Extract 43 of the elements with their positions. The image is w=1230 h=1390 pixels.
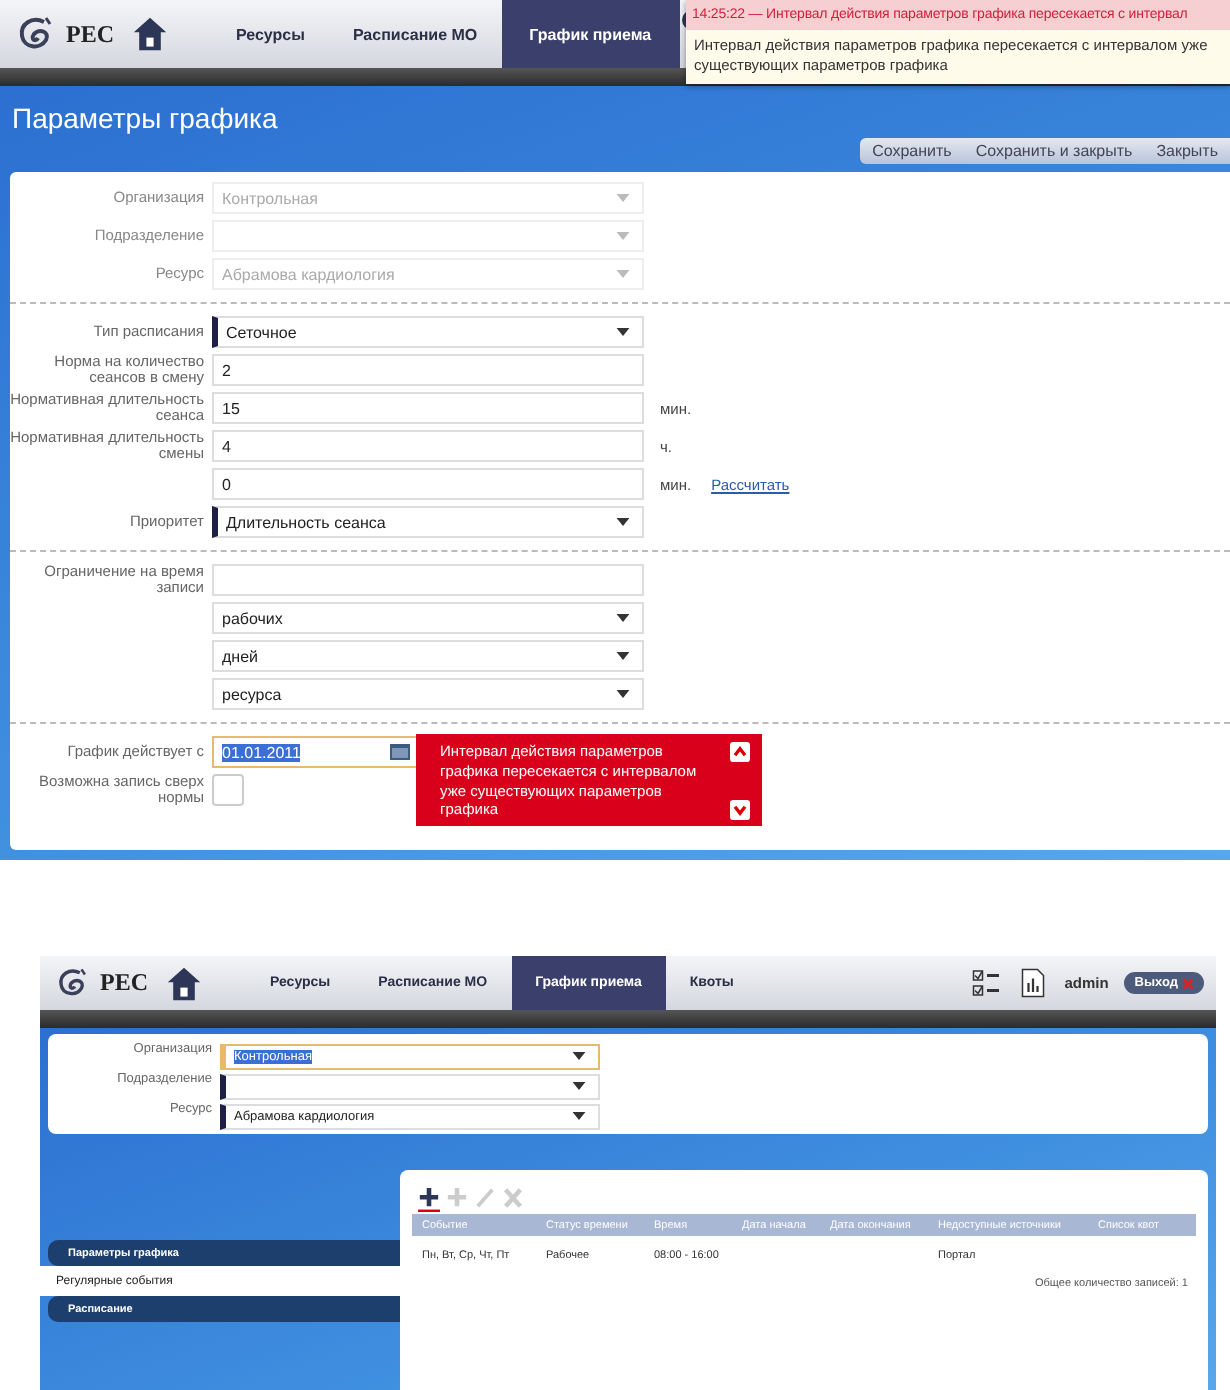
- close-icon: [1182, 977, 1194, 989]
- caret-icon: [616, 328, 630, 336]
- dropdown[interactable]: рабочих: [212, 602, 644, 634]
- caret-icon: [616, 690, 630, 698]
- caret-icon: [616, 518, 630, 526]
- caret-icon: [616, 232, 630, 240]
- caret-icon: [616, 194, 630, 202]
- input-field[interactable]: 0: [212, 468, 644, 500]
- dropdown[interactable]: Длительность сеанса: [212, 506, 644, 538]
- caret-icon: [572, 1112, 586, 1120]
- input-field[interactable]: [212, 564, 644, 596]
- report-icon[interactable]: [1018, 968, 1049, 998]
- input-field[interactable]: 15: [212, 392, 644, 424]
- calendar-icon[interactable]: [390, 744, 410, 760]
- input-field[interactable]: 4: [212, 430, 644, 462]
- caret-icon: [572, 1052, 586, 1060]
- logo-icon: [56, 966, 90, 1000]
- toolbar-button[interactable]: Сохранить и закрыть: [963, 138, 1145, 164]
- input-field[interactable]: 2: [212, 354, 644, 386]
- caret-icon: [572, 1082, 586, 1090]
- down-arrow-icon[interactable]: [730, 800, 750, 820]
- page-title: Параметры графика: [10, 100, 280, 134]
- logo-text: РЕС: [66, 19, 114, 49]
- logo-icon: [16, 14, 56, 54]
- add-icon[interactable]: [418, 1186, 440, 1212]
- dropdown[interactable]: Сеточное: [212, 316, 644, 348]
- toolbar-button[interactable]: Сохранить: [860, 138, 964, 164]
- checklist-icon[interactable]: [972, 968, 1003, 998]
- home-icon[interactable]: [166, 965, 202, 1001]
- nav-tab[interactable]: График приема: [501, 0, 680, 68]
- dropdown[interactable]: дней: [212, 640, 644, 672]
- dropdown[interactable]: ресурса: [212, 678, 644, 710]
- caret-icon: [616, 652, 630, 660]
- caret-icon: [616, 614, 630, 622]
- nav-tab[interactable]: Ресурсы: [212, 0, 329, 68]
- nav-tab[interactable]: Расписание МО: [328, 0, 502, 68]
- home-icon[interactable]: [132, 16, 168, 52]
- dropdown[interactable]: [220, 1073, 600, 1099]
- checkbox[interactable]: [212, 774, 244, 806]
- toolbar-button[interactable]: Закрыть: [1144, 138, 1230, 164]
- caret-icon: [616, 270, 630, 278]
- up-arrow-icon[interactable]: [730, 742, 750, 762]
- logo-text: РЕС: [100, 968, 148, 998]
